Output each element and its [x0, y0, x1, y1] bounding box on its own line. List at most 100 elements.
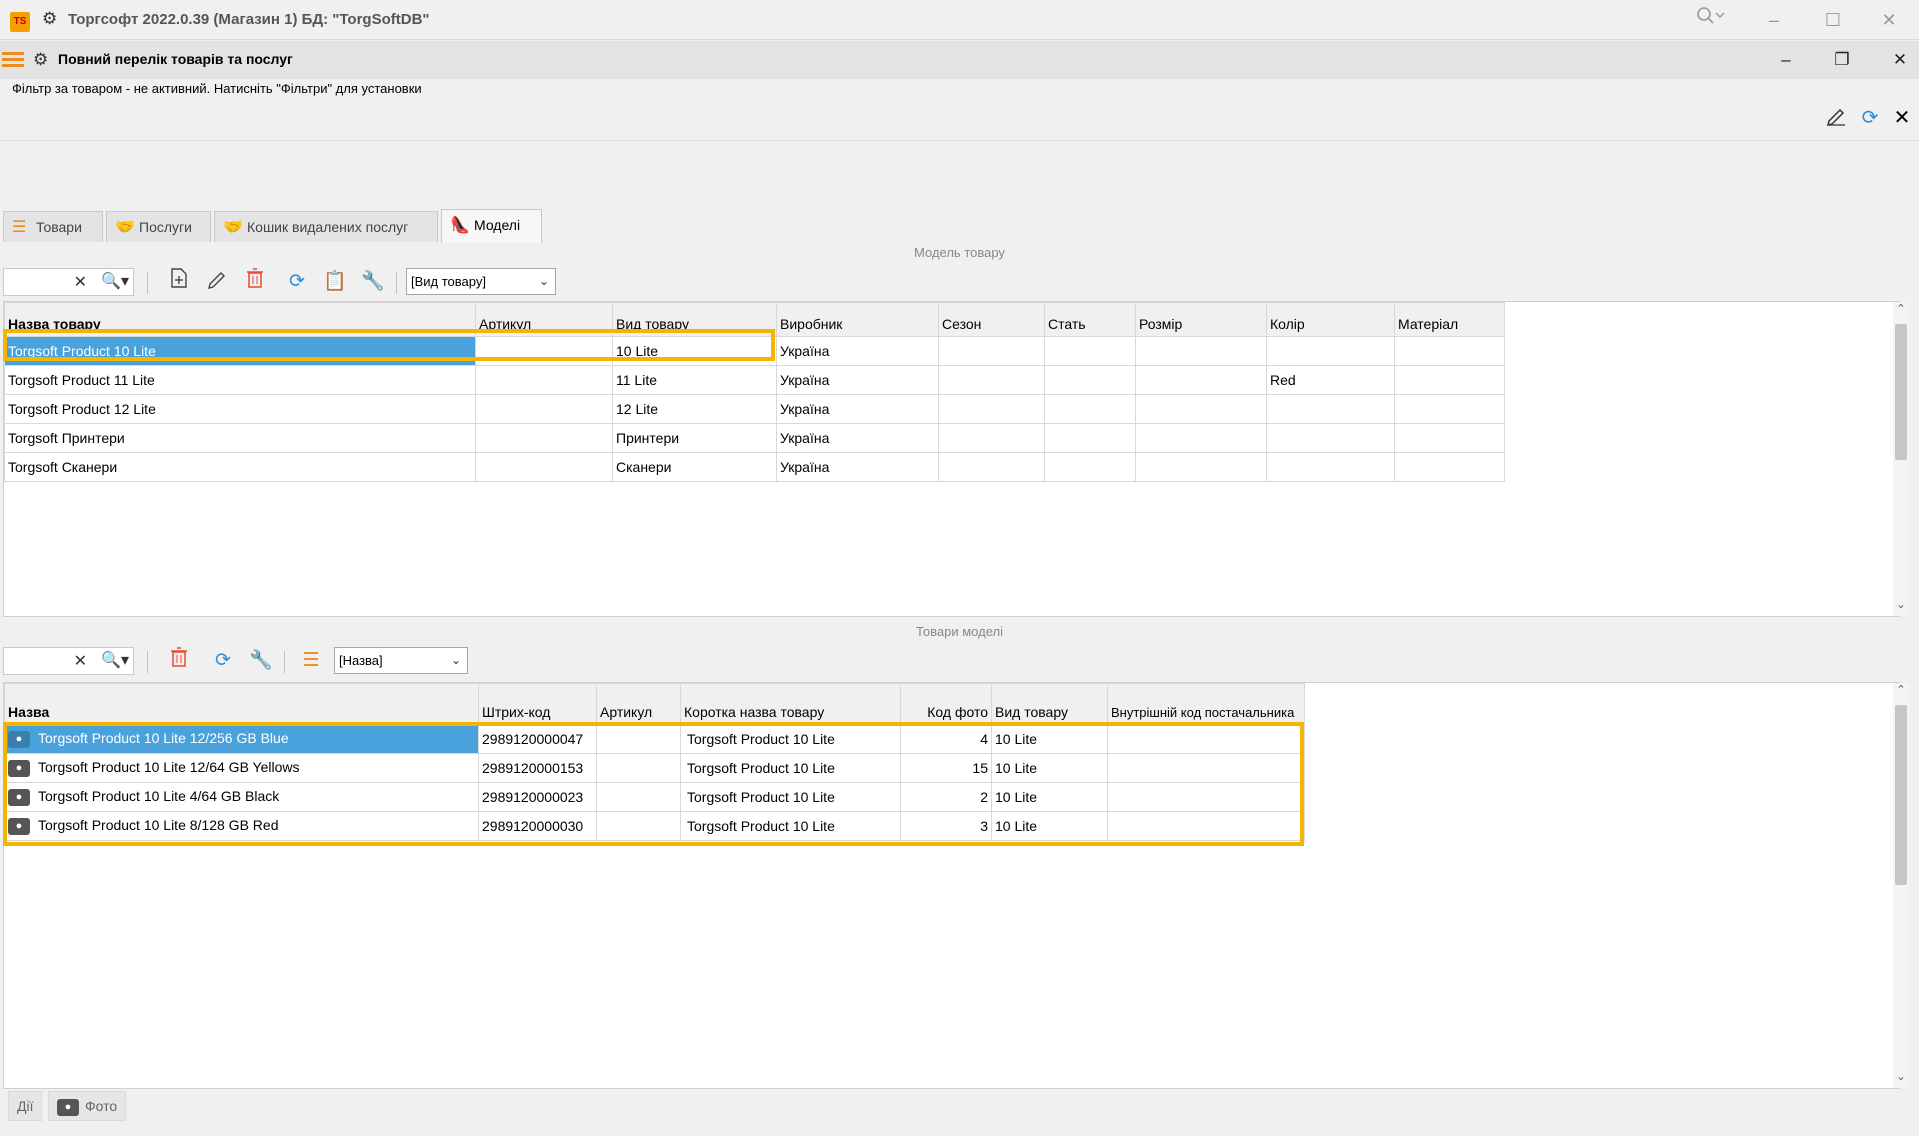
- model-row[interactable]: Torgsoft Принтери Принтери Україна: [4, 423, 1505, 453]
- settings-gear-icon[interactable]: ⚙: [42, 9, 57, 29]
- actions-button[interactable]: Дії: [8, 1091, 43, 1121]
- camera-icon[interactable]: ●: [8, 759, 30, 777]
- goods-cell[interactable]: [1107, 811, 1305, 841]
- scroll-thumb[interactable]: [1895, 324, 1907, 460]
- col-header-size[interactable]: Розмір: [1135, 302, 1267, 337]
- list-icon[interactable]: ☰: [296, 646, 326, 676]
- goods-cell[interactable]: Torgsoft Product 10 Lite: [680, 753, 901, 783]
- model-row[interactable]: Torgsoft Product 12 Lite 12 Lite Україна: [4, 394, 1505, 424]
- clear-icon[interactable]: ✕: [74, 272, 87, 292]
- model-cell[interactable]: Україна: [776, 452, 939, 482]
- goods-cell[interactable]: [596, 811, 681, 841]
- model-cell[interactable]: [938, 394, 1045, 424]
- close-filter-icon[interactable]: ✕: [1888, 104, 1916, 132]
- clipboard-dropdown-icon[interactable]: 📋▾: [320, 267, 350, 322]
- window-minimize-button[interactable]: –: [1766, 46, 1806, 74]
- col-header-gender[interactable]: Стать: [1044, 302, 1136, 337]
- goods-cell[interactable]: 2989120000030: [478, 811, 597, 841]
- model-cell[interactable]: [1135, 365, 1267, 395]
- refresh-icon[interactable]: ⟳: [208, 646, 238, 676]
- scroll-down-icon[interactable]: ⌄: [1893, 598, 1909, 611]
- model-cell[interactable]: Torgsoft Принтери: [4, 423, 476, 453]
- model-cell[interactable]: [475, 365, 613, 395]
- goods-row[interactable]: ● Torgsoft Product 10 Lite 12/64 GB Yello…: [4, 753, 1305, 783]
- model-cell[interactable]: [938, 365, 1045, 395]
- wrench-icon[interactable]: 🔧: [358, 267, 388, 297]
- scroll-thumb[interactable]: [1895, 705, 1907, 885]
- col-header-season[interactable]: Сезон: [938, 302, 1045, 337]
- tab-services[interactable]: 🤝 Послуги: [106, 211, 211, 242]
- goods-row[interactable]: ● Torgsoft Product 10 Lite 12/256 GB Blue…: [4, 724, 1305, 754]
- model-cell[interactable]: [1044, 423, 1136, 453]
- goods-cell[interactable]: ● Torgsoft Product 10 Lite 8/128 GB Red: [4, 811, 479, 841]
- model-cell[interactable]: Red: [1266, 365, 1395, 395]
- model-cell[interactable]: Torgsoft Product 12 Lite: [4, 394, 476, 424]
- window-settings-gear-icon[interactable]: ⚙: [33, 50, 48, 70]
- model-cell[interactable]: [475, 394, 613, 424]
- search-icon[interactable]: 🔍▾: [101, 650, 129, 670]
- edit-pencil-icon[interactable]: [1822, 104, 1850, 132]
- goods-scrollbar[interactable]: ⌃ ⌄: [1893, 683, 1909, 1088]
- col-header-type[interactable]: Вид товару: [991, 683, 1108, 725]
- model-cell[interactable]: Україна: [776, 423, 939, 453]
- camera-icon[interactable]: ●: [8, 817, 30, 835]
- goods-cell[interactable]: ● Torgsoft Product 10 Lite 4/64 GB Black: [4, 782, 479, 812]
- wrench-icon[interactable]: 🔧: [246, 646, 276, 676]
- app-close-button[interactable]: ✕: [1866, 6, 1912, 34]
- goods-cell[interactable]: 10 Lite: [991, 811, 1108, 841]
- model-cell[interactable]: [1394, 423, 1505, 453]
- models-scrollbar[interactable]: ⌃ ⌄: [1893, 302, 1909, 616]
- goods-cell[interactable]: 2989120000047: [478, 724, 597, 754]
- goods-cell[interactable]: 3: [900, 811, 992, 841]
- clear-icon[interactable]: ✕: [74, 651, 87, 671]
- model-cell[interactable]: Принтери: [612, 423, 777, 453]
- model-cell[interactable]: Torgsoft Сканери: [4, 452, 476, 482]
- goods-cell[interactable]: 10 Lite: [991, 753, 1108, 783]
- camera-icon[interactable]: ●: [8, 788, 30, 806]
- model-cell[interactable]: [938, 452, 1045, 482]
- model-cell[interactable]: [1266, 336, 1395, 366]
- search-icon[interactable]: 🔍▾: [101, 271, 129, 291]
- goods-cell[interactable]: [1107, 753, 1305, 783]
- model-cell[interactable]: 11 Lite: [612, 365, 777, 395]
- goods-cell[interactable]: Torgsoft Product 10 Lite: [680, 782, 901, 812]
- model-cell[interactable]: Сканери: [612, 452, 777, 482]
- hamburger-menu-icon[interactable]: [2, 52, 24, 70]
- model-cell[interactable]: 12 Lite: [612, 394, 777, 424]
- model-cell[interactable]: [1044, 394, 1136, 424]
- goods-cell[interactable]: 4: [900, 724, 992, 754]
- goods-cell[interactable]: 2989120000023: [478, 782, 597, 812]
- scroll-up-icon[interactable]: ⌃: [1893, 683, 1909, 696]
- model-cell[interactable]: [1394, 452, 1505, 482]
- model-cell[interactable]: Україна: [776, 336, 939, 366]
- goods-cell[interactable]: 2: [900, 782, 992, 812]
- model-cell[interactable]: [1044, 452, 1136, 482]
- col-header-photo-code[interactable]: Код фото: [900, 683, 992, 725]
- model-cell[interactable]: [475, 423, 613, 453]
- model-cell[interactable]: [1135, 452, 1267, 482]
- model-cell[interactable]: Україна: [776, 365, 939, 395]
- goods-cell[interactable]: [1107, 724, 1305, 754]
- tab-models[interactable]: 👠 Моделі: [441, 209, 542, 243]
- app-maximize-button[interactable]: ☐: [1810, 6, 1856, 34]
- goods-cell[interactable]: [1107, 782, 1305, 812]
- col-header-barcode[interactable]: Штрих-код: [478, 683, 597, 725]
- goods-search-input[interactable]: ✕ 🔍▾: [3, 647, 134, 675]
- models-search-input[interactable]: ✕ 🔍▾: [3, 268, 134, 296]
- edit-icon[interactable]: [202, 267, 232, 297]
- col-header-material[interactable]: Матеріал: [1394, 302, 1505, 337]
- model-cell[interactable]: Torgsoft Product 11 Lite: [4, 365, 476, 395]
- goods-row[interactable]: ● Torgsoft Product 10 Lite 4/64 GB Black 2…: [4, 782, 1305, 812]
- refresh-icon[interactable]: ⟳: [282, 267, 312, 297]
- col-header-supplier-code[interactable]: Внутрішній код постачальника: [1107, 683, 1305, 725]
- goods-cell[interactable]: 15: [900, 753, 992, 783]
- col-header-name[interactable]: Назва товару: [4, 302, 476, 337]
- model-cell[interactable]: [1135, 423, 1267, 453]
- tab-goods[interactable]: ☰ Товари: [3, 211, 103, 242]
- model-cell[interactable]: [1394, 394, 1505, 424]
- goods-cell[interactable]: 2989120000153: [478, 753, 597, 783]
- tab-deleted-services[interactable]: 🤝 Кошик видалених послуг: [214, 211, 438, 242]
- model-cell[interactable]: [938, 423, 1045, 453]
- col-header-article[interactable]: Артикул: [475, 302, 613, 337]
- scroll-down-icon[interactable]: ⌄: [1893, 1070, 1909, 1083]
